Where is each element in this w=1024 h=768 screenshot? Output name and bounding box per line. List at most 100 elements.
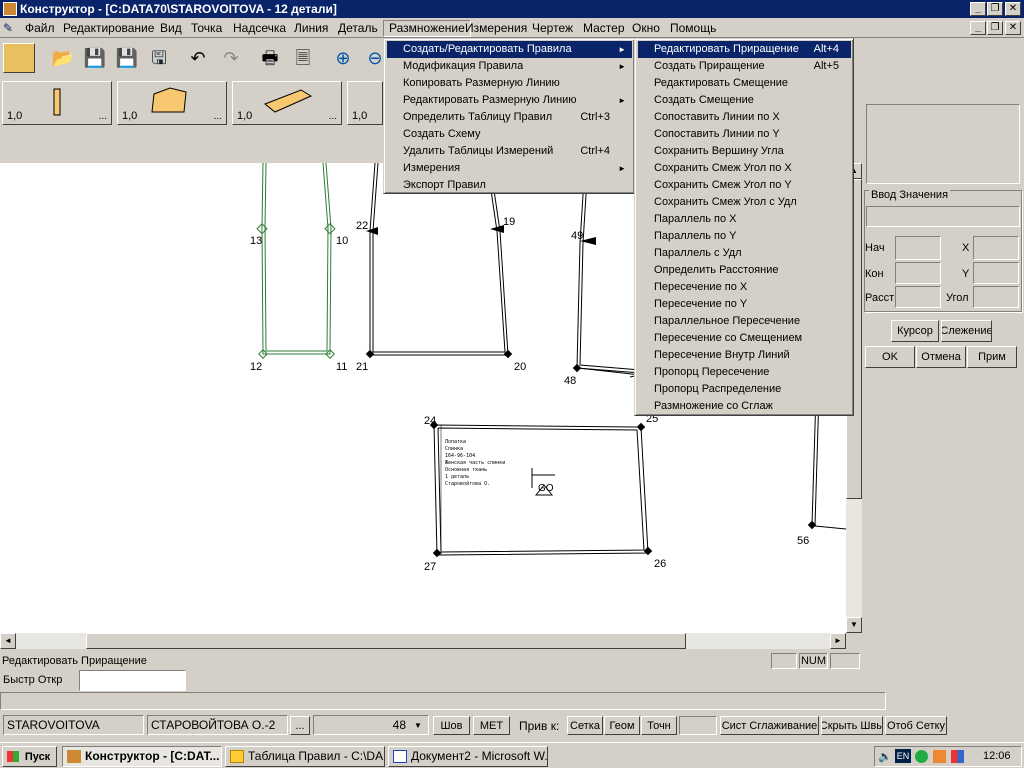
apply-button[interactable]: Прим <box>967 346 1017 368</box>
angle-field[interactable] <box>973 286 1019 308</box>
palette-piece-4[interactable]: 1,0 <box>347 81 383 125</box>
close-button[interactable]: ✕ <box>1005 2 1021 16</box>
minimize-button[interactable]: _ <box>970 2 986 16</box>
scroll-right-arrow[interactable]: ► <box>830 633 846 649</box>
submenu-item[interactable]: Редактировать Смещение <box>638 75 851 92</box>
submenu-item[interactable]: Сопоставить Линии по Y <box>638 126 851 143</box>
plot-icon[interactable]: 🗏 <box>290 45 316 71</box>
doc-icon[interactable]: ✎ <box>3 21 17 35</box>
menu-measurements[interactable]: Измерения <box>460 20 532 37</box>
task-rule-table[interactable]: Таблица Правил - C:\DA... <box>225 746 385 767</box>
distance-field[interactable] <box>895 286 941 308</box>
network-icon[interactable] <box>915 750 928 763</box>
submenu-item[interactable]: Пересечение Внутр Линий <box>638 347 851 364</box>
y-field[interactable] <box>973 262 1019 284</box>
speaker-icon[interactable]: 🔈 <box>878 750 892 763</box>
chevron-down-icon[interactable]: ▼ <box>414 721 422 730</box>
menu-view[interactable]: Вид <box>155 20 187 37</box>
follow-button[interactable]: Слежение <box>941 320 992 342</box>
restore-button[interactable]: ❐ <box>987 2 1003 16</box>
menu-file[interactable]: Файл <box>20 20 60 37</box>
cancel-button[interactable]: Отмена <box>916 346 966 368</box>
title-bar[interactable]: Конструктор - [C:DATA70\STAROVOITOVA - 1… <box>0 0 1024 18</box>
seam-toggle[interactable]: Шов <box>433 716 470 735</box>
submenu-item[interactable]: Пропорц Распределение <box>638 381 851 398</box>
submenu-item[interactable]: Пересечение по X <box>638 279 851 296</box>
menu-item-define-rule-table[interactable]: Определить Таблицу Правил Ctrl+3 <box>387 109 632 126</box>
scroll-down-arrow[interactable]: ▼ <box>846 617 862 633</box>
save-as-icon[interactable]: 💾 <box>114 45 140 71</box>
tray-app-icon[interactable] <box>933 750 946 763</box>
cursor-button[interactable]: Курсор <box>891 320 939 342</box>
tray-windows-icon[interactable] <box>951 750 964 763</box>
x-field[interactable] <box>973 236 1019 260</box>
submenu-item[interactable]: Сохранить Смеж Угол с Удл <box>638 194 851 211</box>
size-select[interactable]: 48 <box>313 715 429 735</box>
palette-piece-2[interactable]: 1,0 ... <box>117 81 227 125</box>
submenu-item[interactable]: Сопоставить Линии по X <box>638 109 851 126</box>
submenu-item[interactable]: Пересечение со Смещением <box>638 330 851 347</box>
submenu-item[interactable]: Редактировать Приращение Alt+4 <box>638 41 851 58</box>
print-icon[interactable]: 🖶 <box>257 45 283 71</box>
show-grid-button[interactable]: Отоб Сетку <box>885 716 947 735</box>
menu-grading[interactable]: Размножение <box>383 20 471 37</box>
task-word-document[interactable]: Документ2 - Microsoft W... <box>388 746 548 767</box>
quick-open-input[interactable] <box>79 670 186 691</box>
wizard-icon[interactable] <box>3 43 35 73</box>
task-konstruktor[interactable]: Конструктор - [C:DAT... <box>62 746 222 767</box>
menu-item-copy-dimension-line[interactable]: Копировать Размерную Линию <box>387 75 632 92</box>
smoothing-system-button[interactable]: Сист Сглаживание <box>720 716 819 735</box>
submenu-item[interactable]: Параллель с Удл <box>638 245 851 262</box>
scroll-left-arrow[interactable]: ◄ <box>0 633 16 649</box>
menu-item-delete-measure-tables[interactable]: Удалить Таблицы Измерений Ctrl+4 <box>387 143 632 160</box>
submenu-item[interactable]: Параллель по X <box>638 211 851 228</box>
menu-wizard[interactable]: Мастер <box>578 20 630 37</box>
snap-point-button[interactable]: Точн <box>641 716 677 735</box>
menu-item-measurements[interactable]: Измерения ► <box>387 160 632 177</box>
app-icon[interactable] <box>3 2 17 16</box>
open-folder-icon[interactable]: 📂 <box>50 45 76 71</box>
doc-minimize-button[interactable]: _ <box>970 21 986 35</box>
doc-restore-button[interactable]: ❐ <box>987 21 1003 35</box>
submenu-item[interactable]: Размножение со Сглаж <box>638 398 851 415</box>
value-input[interactable] <box>866 206 1020 227</box>
menu-notch[interactable]: Надсечка <box>228 20 291 37</box>
snap-geom-button[interactable]: Геом <box>604 716 640 735</box>
menu-window[interactable]: Окно <box>627 20 665 37</box>
hide-seams-button[interactable]: Скрыть Швы <box>821 716 883 735</box>
palette-piece-1[interactable]: 1,0 ... <box>2 81 112 125</box>
menu-edit[interactable]: Редактирование <box>58 20 159 37</box>
menu-point[interactable]: Точка <box>186 20 227 37</box>
menu-drawing[interactable]: Чертеж <box>527 20 578 37</box>
submenu-item[interactable]: Параллельное Пересечение <box>638 313 851 330</box>
horizontal-scrollbar[interactable]: ◄ ► <box>0 633 846 649</box>
menu-item-export-rules[interactable]: Экспорт Правил <box>387 177 632 194</box>
menu-line[interactable]: Линия <box>289 20 333 37</box>
redo-icon[interactable]: ↷ <box>218 45 244 71</box>
undo-icon[interactable]: ↶ <box>185 45 211 71</box>
menu-item-modify-rule[interactable]: Модификация Правила ► <box>387 58 632 75</box>
submenu-item[interactable]: Сохранить Смеж Угол по X <box>638 160 851 177</box>
start-button[interactable]: Пуск <box>2 746 57 767</box>
submenu-item[interactable]: Создать Смещение <box>638 92 851 109</box>
palette-piece-3[interactable]: 1,0 ... <box>232 81 342 125</box>
submenu-item[interactable]: Пропорц Пересечение <box>638 364 851 381</box>
menu-piece[interactable]: Деталь <box>333 20 383 37</box>
submenu-item[interactable]: Параллель по Y <box>638 228 851 245</box>
snap-value-field[interactable] <box>679 716 717 735</box>
submenu-item[interactable]: Сохранить Смеж Угол по Y <box>638 177 851 194</box>
submenu-item[interactable]: Определить Расстояние <box>638 262 851 279</box>
menu-help[interactable]: Помощь <box>665 20 721 37</box>
end-field[interactable] <box>895 262 941 284</box>
menu-item-create-scheme[interactable]: Создать Схему <box>387 126 632 143</box>
snap-grid-button[interactable]: Сетка <box>567 716 603 735</box>
save-icon[interactable]: 💾 <box>82 45 108 71</box>
submenu-item[interactable]: Создать Приращение Alt+5 <box>638 58 851 75</box>
submenu-item[interactable]: Пересечение по Y <box>638 296 851 313</box>
zoom-in-icon[interactable]: ⊕ <box>330 45 356 71</box>
doc-close-button[interactable]: ✕ <box>1005 21 1021 35</box>
horizontal-scroll-thumb[interactable] <box>86 633 686 649</box>
units-toggle[interactable]: МЕТ <box>473 716 510 735</box>
menu-item-edit-dimension-line[interactable]: Редактировать Размерную Линию ► <box>387 92 632 109</box>
menu-item-create-edit-rules[interactable]: Создать/Редактировать Правила ► <box>387 41 632 58</box>
